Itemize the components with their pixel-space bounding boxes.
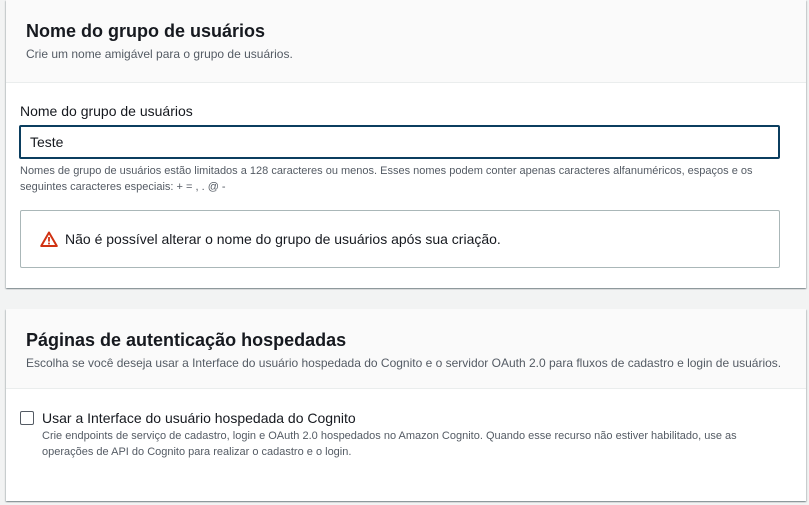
- hosted-ui-option[interactable]: Usar a Interface do usuário hospedada do…: [20, 409, 782, 460]
- panel-header: Páginas de autenticação hospedadas Escol…: [6, 309, 806, 389]
- panel-description: Crie um nome amigável para o grupo de us…: [26, 47, 293, 61]
- panel-title: Páginas de autenticação hospedadas: [26, 330, 347, 350]
- warning-triangle-icon: [40, 231, 58, 247]
- name-warning-alert: Não é possível alterar o nome do grupo d…: [20, 210, 780, 268]
- panel-description: Escolha se você deseja usar a Interface …: [26, 356, 782, 370]
- checkbox-text-group: Usar a Interface do usuário hospedada do…: [42, 409, 782, 460]
- user-pool-name-input[interactable]: [19, 125, 780, 159]
- name-constraint-text: Nomes de grupo de usuários estão limitad…: [20, 165, 753, 193]
- panel-header: Nome do grupo de usuários Crie um nome a…: [6, 0, 806, 83]
- panel-title: Nome do grupo de usuários: [26, 21, 266, 41]
- hosted-ui-checkbox[interactable]: [20, 411, 34, 425]
- hosted-auth-panel: Páginas de autenticação hospedadas Escol…: [6, 309, 806, 501]
- hosted-ui-checkbox-description: Crie endpoints de serviço de cadastro, l…: [42, 430, 737, 458]
- warning-text: Não é possível alterar o nome do grupo d…: [65, 231, 501, 247]
- user-pool-name-label: Nome do grupo de usuários: [20, 103, 193, 119]
- hosted-ui-checkbox-label[interactable]: Usar a Interface do usuário hospedada do…: [42, 409, 782, 427]
